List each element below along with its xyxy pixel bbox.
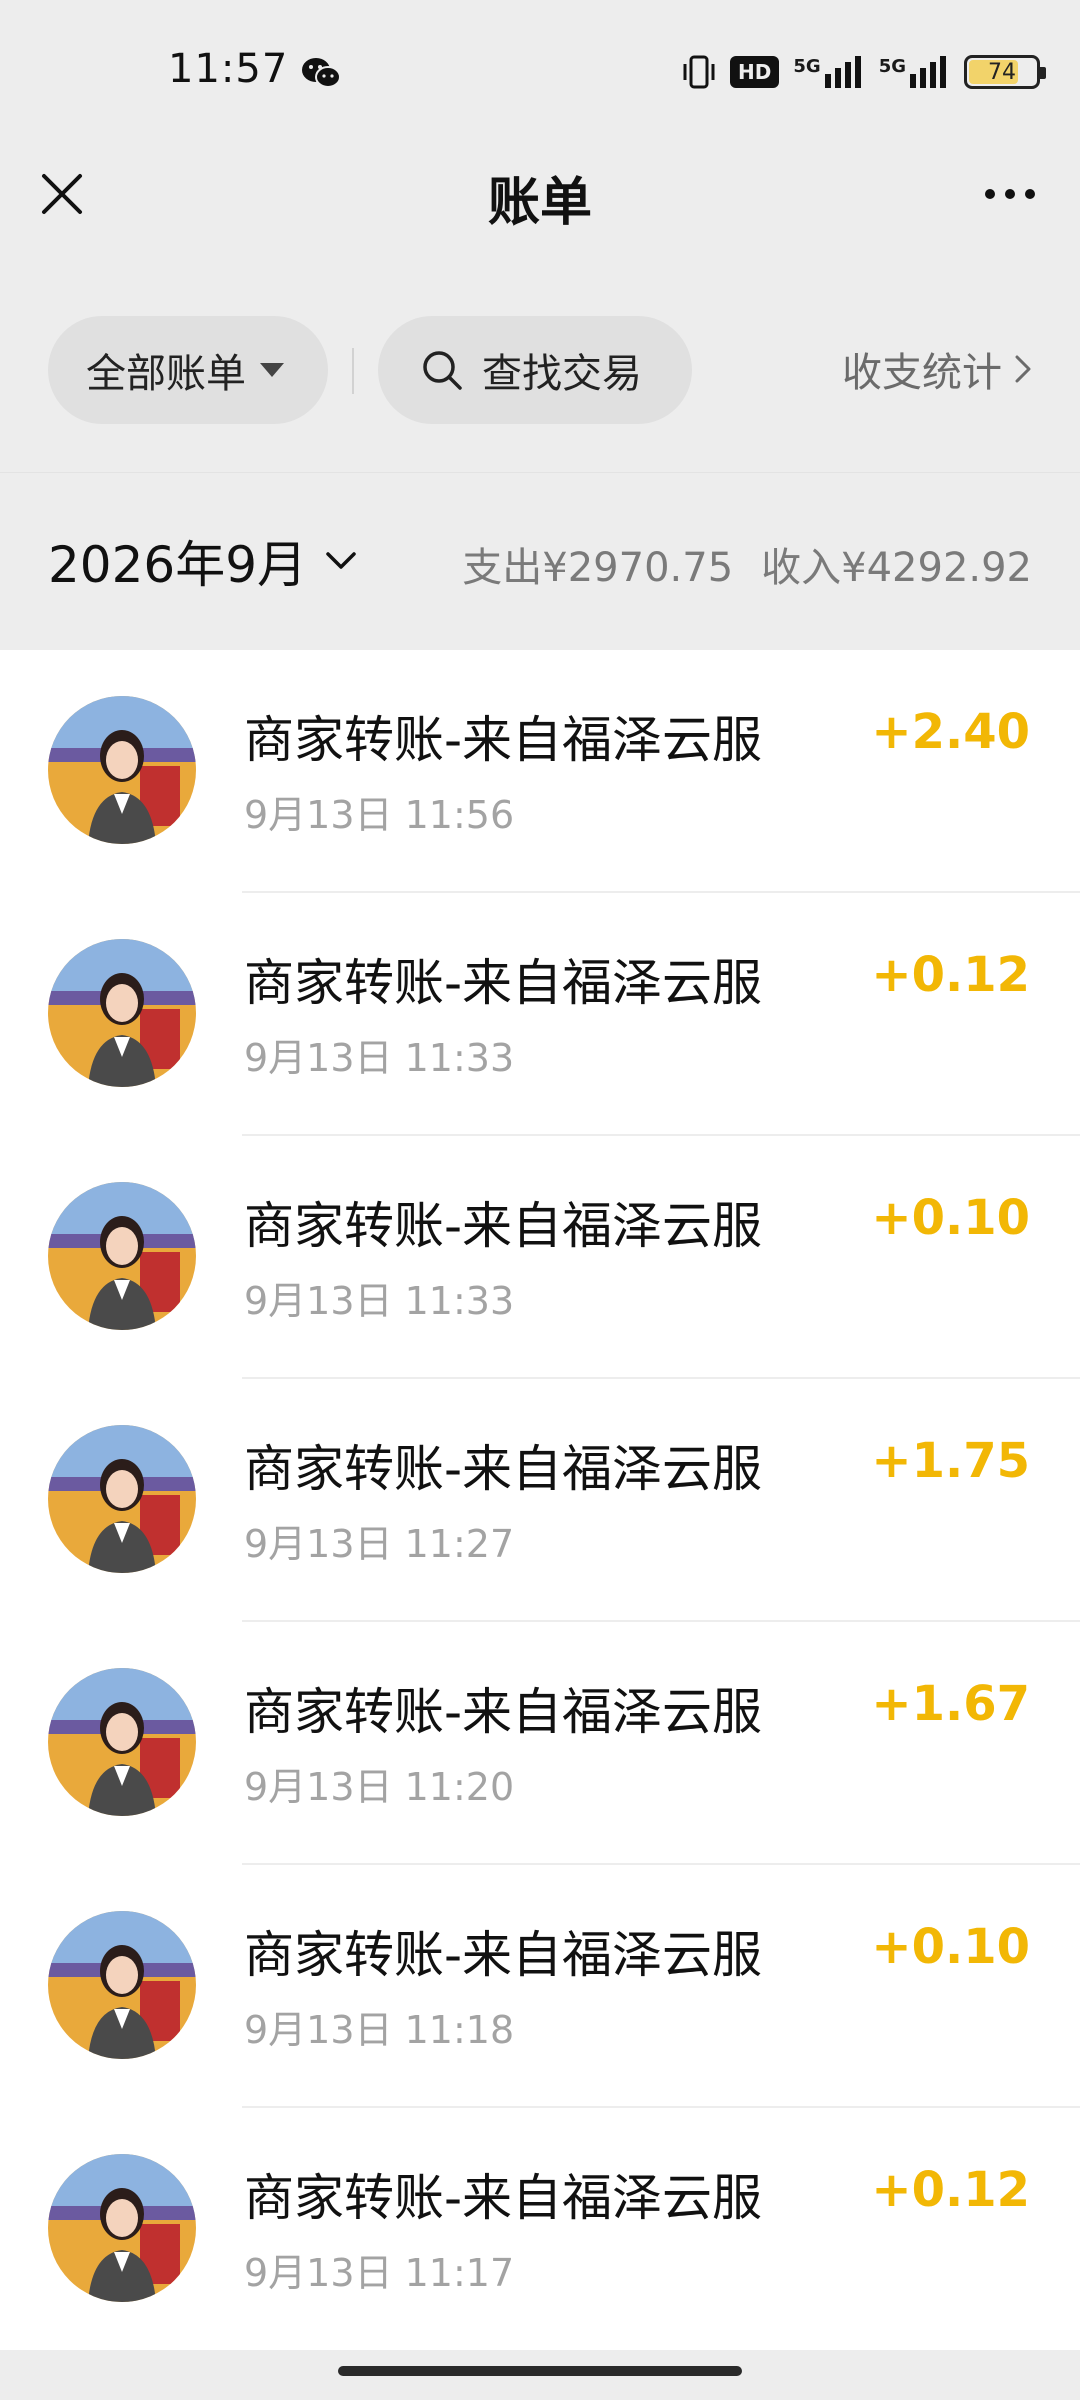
transaction-title: 商家转账-来自福泽云服 — [244, 711, 763, 769]
expense-summary: 支出¥2970.75 — [462, 545, 734, 591]
vibrate-icon — [683, 55, 715, 89]
transaction-title: 商家转账-来自福泽云服 — [244, 2169, 763, 2227]
transaction-time: 9月13日 11:33 — [244, 1036, 515, 1080]
signal-bars-icon — [824, 56, 861, 88]
merchant-avatar — [48, 939, 196, 1087]
status-time: 11:57 — [168, 46, 289, 92]
chevron-down-icon — [326, 552, 356, 569]
month-summary: 支出¥2970.75 收入¥4292.92 — [462, 535, 1032, 593]
caret-down-icon — [260, 363, 284, 377]
transaction-time: 9月13日 11:18 — [244, 2008, 515, 2052]
battery-icon: 74 — [964, 55, 1046, 89]
transaction-amount: +0.10 — [871, 1190, 1030, 1246]
transaction-title: 商家转账-来自福泽云服 — [244, 1926, 763, 1984]
transaction-time: 9月13日 11:33 — [244, 1279, 515, 1323]
transaction-time: 9月13日 11:27 — [244, 1522, 515, 1566]
transaction-list: 商家转账-来自福泽云服 9月13日 11:56 +2.40 商家转账-来自福泽云… — [0, 650, 1080, 2350]
merchant-avatar — [48, 1668, 196, 1816]
signal-5g-2: 5G — [879, 56, 950, 88]
hd-badge: HD — [730, 56, 780, 88]
merchant-avatar — [48, 1425, 196, 1573]
merchant-avatar — [48, 1182, 196, 1330]
all-bills-filter[interactable]: 全部账单 — [48, 316, 328, 424]
filter-bar: 全部账单 查找交易 收支统计 — [0, 248, 1080, 472]
transaction-amount: +0.10 — [871, 1919, 1030, 1975]
signal-5g-1: 5G — [793, 56, 864, 88]
transaction-row[interactable]: 商家转账-来自福泽云服 9月13日 11:56 +2.40 — [0, 650, 1080, 893]
stats-label: 收支统计 — [842, 350, 1002, 396]
transaction-amount: +2.40 — [871, 704, 1030, 760]
month-label: 2026年9月 — [48, 536, 308, 594]
search-icon — [423, 351, 462, 390]
status-icons: HD 5G 5G 74 — [682, 50, 1046, 94]
filter-divider — [352, 348, 354, 394]
transaction-row[interactable]: 商家转账-来自福泽云服 9月13日 11:17 +0.12 — [0, 2108, 1080, 2351]
title-bar: 账单 — [0, 140, 1080, 248]
page-title: 账单 — [487, 173, 592, 233]
transaction-title: 商家转账-来自福泽云服 — [244, 1197, 763, 1255]
all-bills-label: 全部账单 — [86, 351, 246, 397]
bottom-gesture-area — [0, 2350, 1080, 2400]
wechat-icon — [300, 56, 342, 94]
transaction-time: 9月13日 11:17 — [244, 2251, 515, 2295]
income-summary: 收入¥4292.92 — [761, 545, 1032, 591]
search-label: 查找交易 — [482, 351, 642, 397]
transaction-time: 9月13日 11:56 — [244, 793, 515, 837]
transaction-row[interactable]: 商家转账-来自福泽云服 9月13日 11:27 +1.75 — [0, 1379, 1080, 1622]
transaction-amount: +0.12 — [871, 947, 1030, 1003]
transaction-title: 商家转账-来自福泽云服 — [244, 1683, 763, 1741]
status-bar: 11:57 HD 5G 5G 74 — [0, 0, 1080, 140]
transaction-amount: +0.12 — [871, 2162, 1030, 2218]
merchant-avatar — [48, 1911, 196, 2059]
transaction-amount: +1.75 — [871, 1433, 1030, 1489]
transaction-amount: +1.67 — [871, 1676, 1030, 1732]
transaction-title: 商家转账-来自福泽云服 — [244, 954, 763, 1012]
home-indicator[interactable] — [338, 2366, 742, 2376]
transaction-row[interactable]: 商家转账-来自福泽云服 9月13日 11:18 +0.10 — [0, 1865, 1080, 2108]
month-selector[interactable]: 2026年9月 — [48, 525, 357, 597]
month-header: 2026年9月 支出¥2970.75 收入¥4292.92 — [0, 472, 1080, 650]
merchant-avatar — [48, 696, 196, 844]
transaction-row[interactable]: 商家转账-来自福泽云服 9月13日 11:33 +0.12 — [0, 893, 1080, 1136]
signal-bars-icon — [910, 56, 946, 88]
transaction-title: 商家转账-来自福泽云服 — [244, 1440, 763, 1498]
more-icon — [985, 189, 995, 199]
income-expense-stats-link[interactable]: 收支统计 — [842, 340, 1032, 398]
transaction-row[interactable]: 商家转账-来自福泽云服 9月13日 11:33 +0.10 — [0, 1136, 1080, 1379]
chevron-right-icon — [1015, 355, 1031, 383]
merchant-avatar — [48, 2154, 196, 2302]
transaction-row[interactable]: 商家转账-来自福泽云服 9月13日 11:20 +1.67 — [0, 1622, 1080, 1865]
more-button[interactable] — [970, 162, 1050, 226]
search-transactions-button[interactable]: 查找交易 — [378, 316, 692, 424]
transaction-time: 9月13日 11:20 — [244, 1765, 515, 1809]
